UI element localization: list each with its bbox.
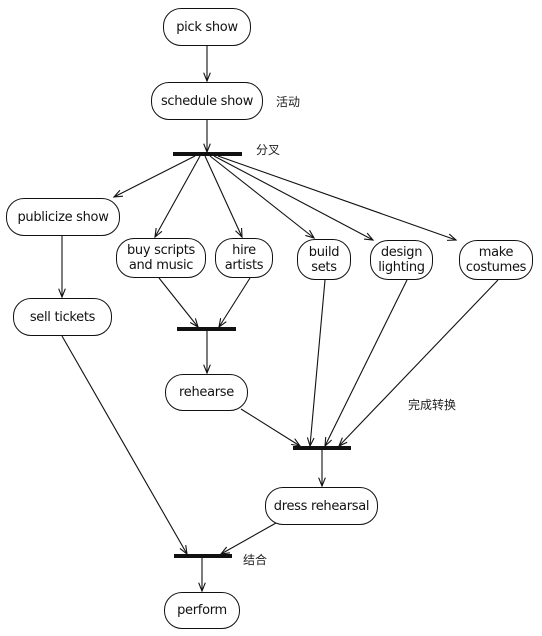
node-schedule-show: schedule show	[151, 82, 263, 120]
annotation-complete-transition: 完成转换	[408, 398, 457, 412]
node-design-lighting: design lighting	[370, 240, 433, 280]
edge-rehearse-to-join-head	[291, 438, 302, 447]
node-sell-tickets: sell tickets	[13, 298, 112, 336]
edge-fork-to-publicize	[113, 155, 196, 198]
node-buy-scripts: buy scripts and music	[116, 238, 206, 278]
edge-hire-to-join	[218, 277, 251, 328]
edge-fork-to-buy-scripts	[154, 155, 201, 238]
annotation-join: 结合	[243, 553, 268, 567]
edge-costumes-to-join	[338, 279, 499, 447]
node-build-sets: build sets	[297, 239, 351, 280]
node-make-costumes: make costumes	[459, 240, 533, 280]
node-dress-rehearsal: dress rehearsal	[265, 487, 378, 525]
edge-fork-to-build-sets	[209, 155, 315, 239]
edge-fork-to-buy-scripts-head	[154, 228, 163, 239]
node-pick-show: pick show	[163, 8, 251, 46]
activity-diagram: pick show schedule show publicize show b…	[0, 0, 542, 636]
edge-hire-to-join-head	[218, 318, 227, 329]
edge-rehearse-to-join	[240, 408, 301, 447]
node-rehearse: rehearse	[165, 374, 248, 411]
node-perform: perform	[164, 592, 240, 629]
edge-sell-to-join	[61, 335, 188, 555]
edge-sell-to-join-head	[179, 545, 188, 556]
edge-dress-to-join	[220, 522, 277, 555]
edge-lighting-to-join	[324, 279, 408, 447]
annotation-activity: 活动	[276, 95, 301, 109]
annotation-fork: 分叉	[256, 143, 281, 157]
edge-fork-to-make-costumes	[217, 155, 457, 241]
edge-dress-to-join-head	[219, 546, 230, 555]
edge-buy-to-join	[158, 277, 199, 328]
node-publicize-show: publicize show	[6, 198, 120, 236]
node-hire-artists: hire artists	[215, 238, 273, 278]
edge-build-to-join	[309, 279, 326, 447]
